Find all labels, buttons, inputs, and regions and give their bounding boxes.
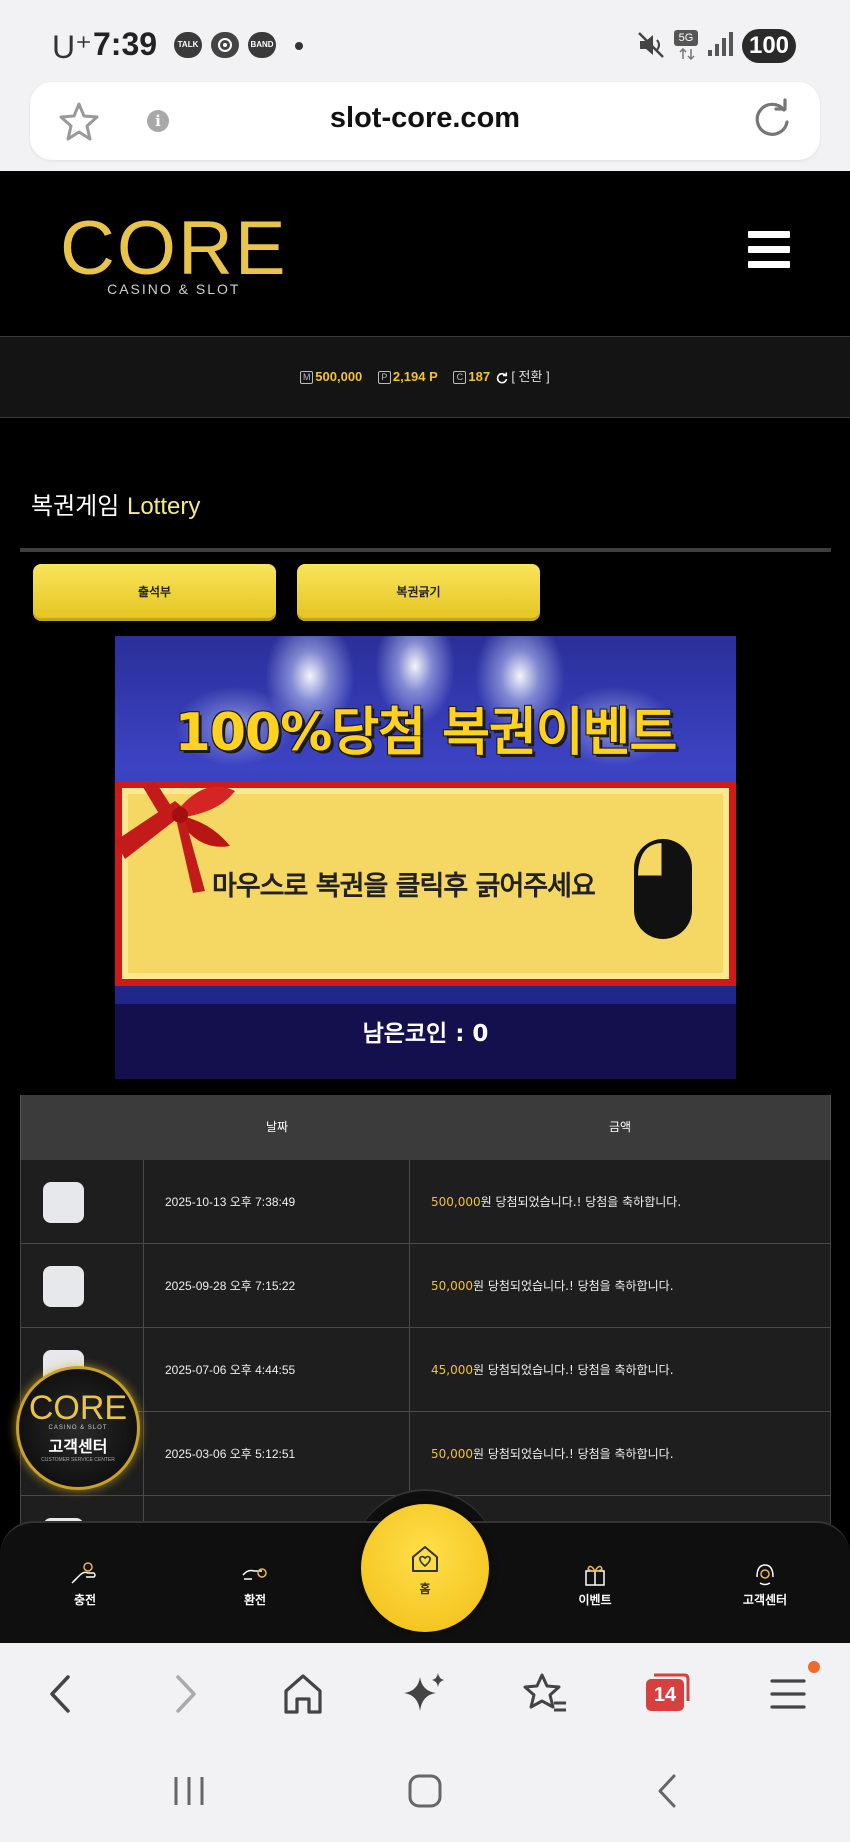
site-header: CORE CASINO & SLOT <box>0 171 850 335</box>
row-message: 원 당첨되었습니다.! 당첨을 축하합니다. <box>473 1447 674 1461</box>
battery-level: 100 <box>742 29 796 63</box>
attendance-button[interactable]: 출석부 <box>33 564 276 621</box>
system-home-icon[interactable] <box>405 1771 445 1811</box>
page-title-en: Lottery <box>126 493 201 520</box>
url-text[interactable]: slot-core.com <box>30 102 820 135</box>
back-icon[interactable] <box>36 1669 86 1719</box>
row-date: 2025-10-13 오후 7:38:49 <box>144 1160 410 1243</box>
column-header-amount: 금액 <box>608 1120 632 1134</box>
row-amount: 500,000 <box>431 1195 481 1209</box>
row-date: 2025-09-28 오후 7:15:22 <box>144 1244 410 1327</box>
nav-event[interactable]: 이벤트 <box>540 1561 650 1608</box>
bookmarks-icon[interactable] <box>520 1669 570 1719</box>
cs-label: 고객센터 <box>48 1437 108 1456</box>
money-icon: M <box>300 371 314 385</box>
nav-support-label: 고객센터 <box>742 1593 788 1607</box>
balance-bar: M 500,000 P 2,194 P C 187 [ 전환 ] <box>0 336 850 418</box>
row-amount-cell: 50,000원 당첨되었습니다.! 당첨을 축하합니다. <box>410 1244 830 1327</box>
menu-icon[interactable] <box>764 1669 814 1719</box>
scratch-instruction: 마우스로 복권을 클릭후 긁어주세요 <box>212 871 596 902</box>
headset-icon <box>756 1564 774 1586</box>
hamburger-menu-icon[interactable] <box>748 231 790 276</box>
status-bar: U⁺ 7:39 TALK BAND 5G 100 <box>0 0 850 80</box>
reload-icon[interactable] <box>750 98 794 142</box>
mouse-icon <box>634 839 692 939</box>
row-amount: 50,000 <box>431 1447 473 1461</box>
site-content: CORE CASINO & SLOT M 500,000 P 2,194 P C 18… <box>0 171 850 1643</box>
table-row: 2025-09-28 오후 7:15:22 50,000원 당첨되었습니다.! … <box>20 1244 831 1328</box>
row-checkbox[interactable] <box>43 1266 84 1307</box>
coin-icon: C <box>453 371 467 385</box>
nav-charge[interactable]: 충전 <box>30 1561 140 1608</box>
nav-event-label: 이벤트 <box>578 1593 612 1607</box>
scratch-ticket[interactable]: 마우스로 복권을 클릭후 긁어주세요 <box>115 781 736 986</box>
charge-icon <box>71 1562 96 1584</box>
nav-exchange-label: 환전 <box>243 1593 267 1607</box>
network-type: 5G <box>674 30 698 46</box>
cs-logo: CORE <box>28 1389 128 1427</box>
clock: 7:39 <box>93 26 158 62</box>
signal-icon <box>708 32 733 56</box>
floating-support-button[interactable]: CORE CASINO & SLOT 고객센터 CUSTOMER SERVICE… <box>16 1366 140 1490</box>
table-row: 2025-10-13 오후 7:38:49 500,000원 당첨되었습니다.!… <box>20 1160 831 1244</box>
sync-notification-icon <box>211 32 239 58</box>
home-icon[interactable] <box>278 1669 328 1719</box>
column-header-date: 날짜 <box>265 1120 289 1134</box>
system-back-icon[interactable] <box>648 1771 688 1811</box>
recent-apps-icon[interactable] <box>170 1771 210 1811</box>
system-nav-bar <box>0 1743 850 1842</box>
scratch-lottery-button[interactable]: 복권긁기 <box>297 564 540 621</box>
data-arrows-icon <box>679 48 695 60</box>
nav-charge-label: 충전 <box>73 1593 97 1607</box>
tabs-count: 14 <box>646 1679 684 1711</box>
menu-notification-dot <box>808 1661 820 1673</box>
logo-text: CORE <box>60 206 288 291</box>
band-notification-icon: BAND <box>248 32 276 58</box>
carrier-label: U⁺ <box>52 29 92 65</box>
refresh-icon[interactable] <box>496 372 508 384</box>
row-amount-cell: 50,000원 당첨되었습니다.! 당첨을 축하합니다. <box>410 1412 830 1495</box>
coin-balance: 187 <box>468 369 491 384</box>
nav-exchange[interactable]: 환전 <box>200 1561 310 1608</box>
banner-title: 100%당첨 복권이벤트 <box>174 703 678 763</box>
table-header: 날짜 금액 <box>20 1095 831 1160</box>
browser-toolbar: 14 <box>0 1643 850 1743</box>
home-heart-icon <box>412 1546 438 1572</box>
title-divider <box>20 548 831 552</box>
gift-icon <box>585 1565 605 1586</box>
column-header-select <box>21 1095 144 1160</box>
mute-icon <box>638 32 664 58</box>
nav-home-label: 홈 <box>419 1582 431 1596</box>
row-message: 원 당첨되었습니다.! 당첨을 축하합니다. <box>480 1195 682 1209</box>
row-message: 원 당첨되었습니다.! 당첨을 축하합니다. <box>473 1279 674 1293</box>
money-balance: 500,000 <box>315 369 363 384</box>
talk-notification-icon: TALK <box>174 32 202 58</box>
address-bar[interactable]: i slot-core.com <box>30 82 820 160</box>
table-row: 2025-07-06 오후 4:44:55 45,000원 당첨되었습니다.! … <box>20 1328 831 1412</box>
row-message: 원 당첨되었습니다.! 당첨을 축하합니다. <box>473 1363 674 1377</box>
lottery-banner[interactable]: 100%당첨 복권이벤트 마우스로 복권을 클릭후 긁어주세요 남은코인: 0 <box>115 636 736 1079</box>
row-date: 2025-03-06 오후 5:12:51 <box>144 1412 410 1495</box>
core-logo[interactable]: CORE CASINO & SLOT <box>60 206 288 298</box>
point-balance: 2,194 P <box>392 369 438 384</box>
remaining-coins: 남은코인 : 0 <box>362 1021 489 1047</box>
more-notifications-dot <box>295 42 303 50</box>
ai-sparkle-icon[interactable] <box>400 1669 450 1719</box>
cs-tiny-text: CUSTOMER SERVICE CENTER <box>41 1457 115 1463</box>
row-date: 2025-07-06 오후 4:44:55 <box>144 1328 410 1411</box>
point-icon: P <box>377 371 391 385</box>
exchange-icon <box>242 1568 267 1580</box>
row-amount: 50,000 <box>431 1279 473 1293</box>
nav-support[interactable]: 고객센터 <box>710 1561 820 1608</box>
forward-icon[interactable] <box>160 1669 210 1719</box>
page-title-ko: 복권게임 <box>31 492 120 520</box>
convert-button[interactable]: [ 전환 ] <box>511 369 549 384</box>
row-checkbox[interactable] <box>43 1182 84 1223</box>
row-amount-cell: 500,000원 당첨되었습니다.! 당첨을 축하합니다. <box>410 1160 830 1243</box>
table-row: 2025-03-06 오후 5:12:51 50,000원 당첨되었습니다.! … <box>20 1412 831 1496</box>
nav-home-button[interactable]: 홈 <box>361 1504 489 1632</box>
page-title: 복권게임 Lottery <box>31 486 200 521</box>
row-amount-cell: 45,000원 당첨되었습니다.! 당첨을 축하합니다. <box>410 1328 830 1411</box>
row-amount: 45,000 <box>431 1363 473 1377</box>
